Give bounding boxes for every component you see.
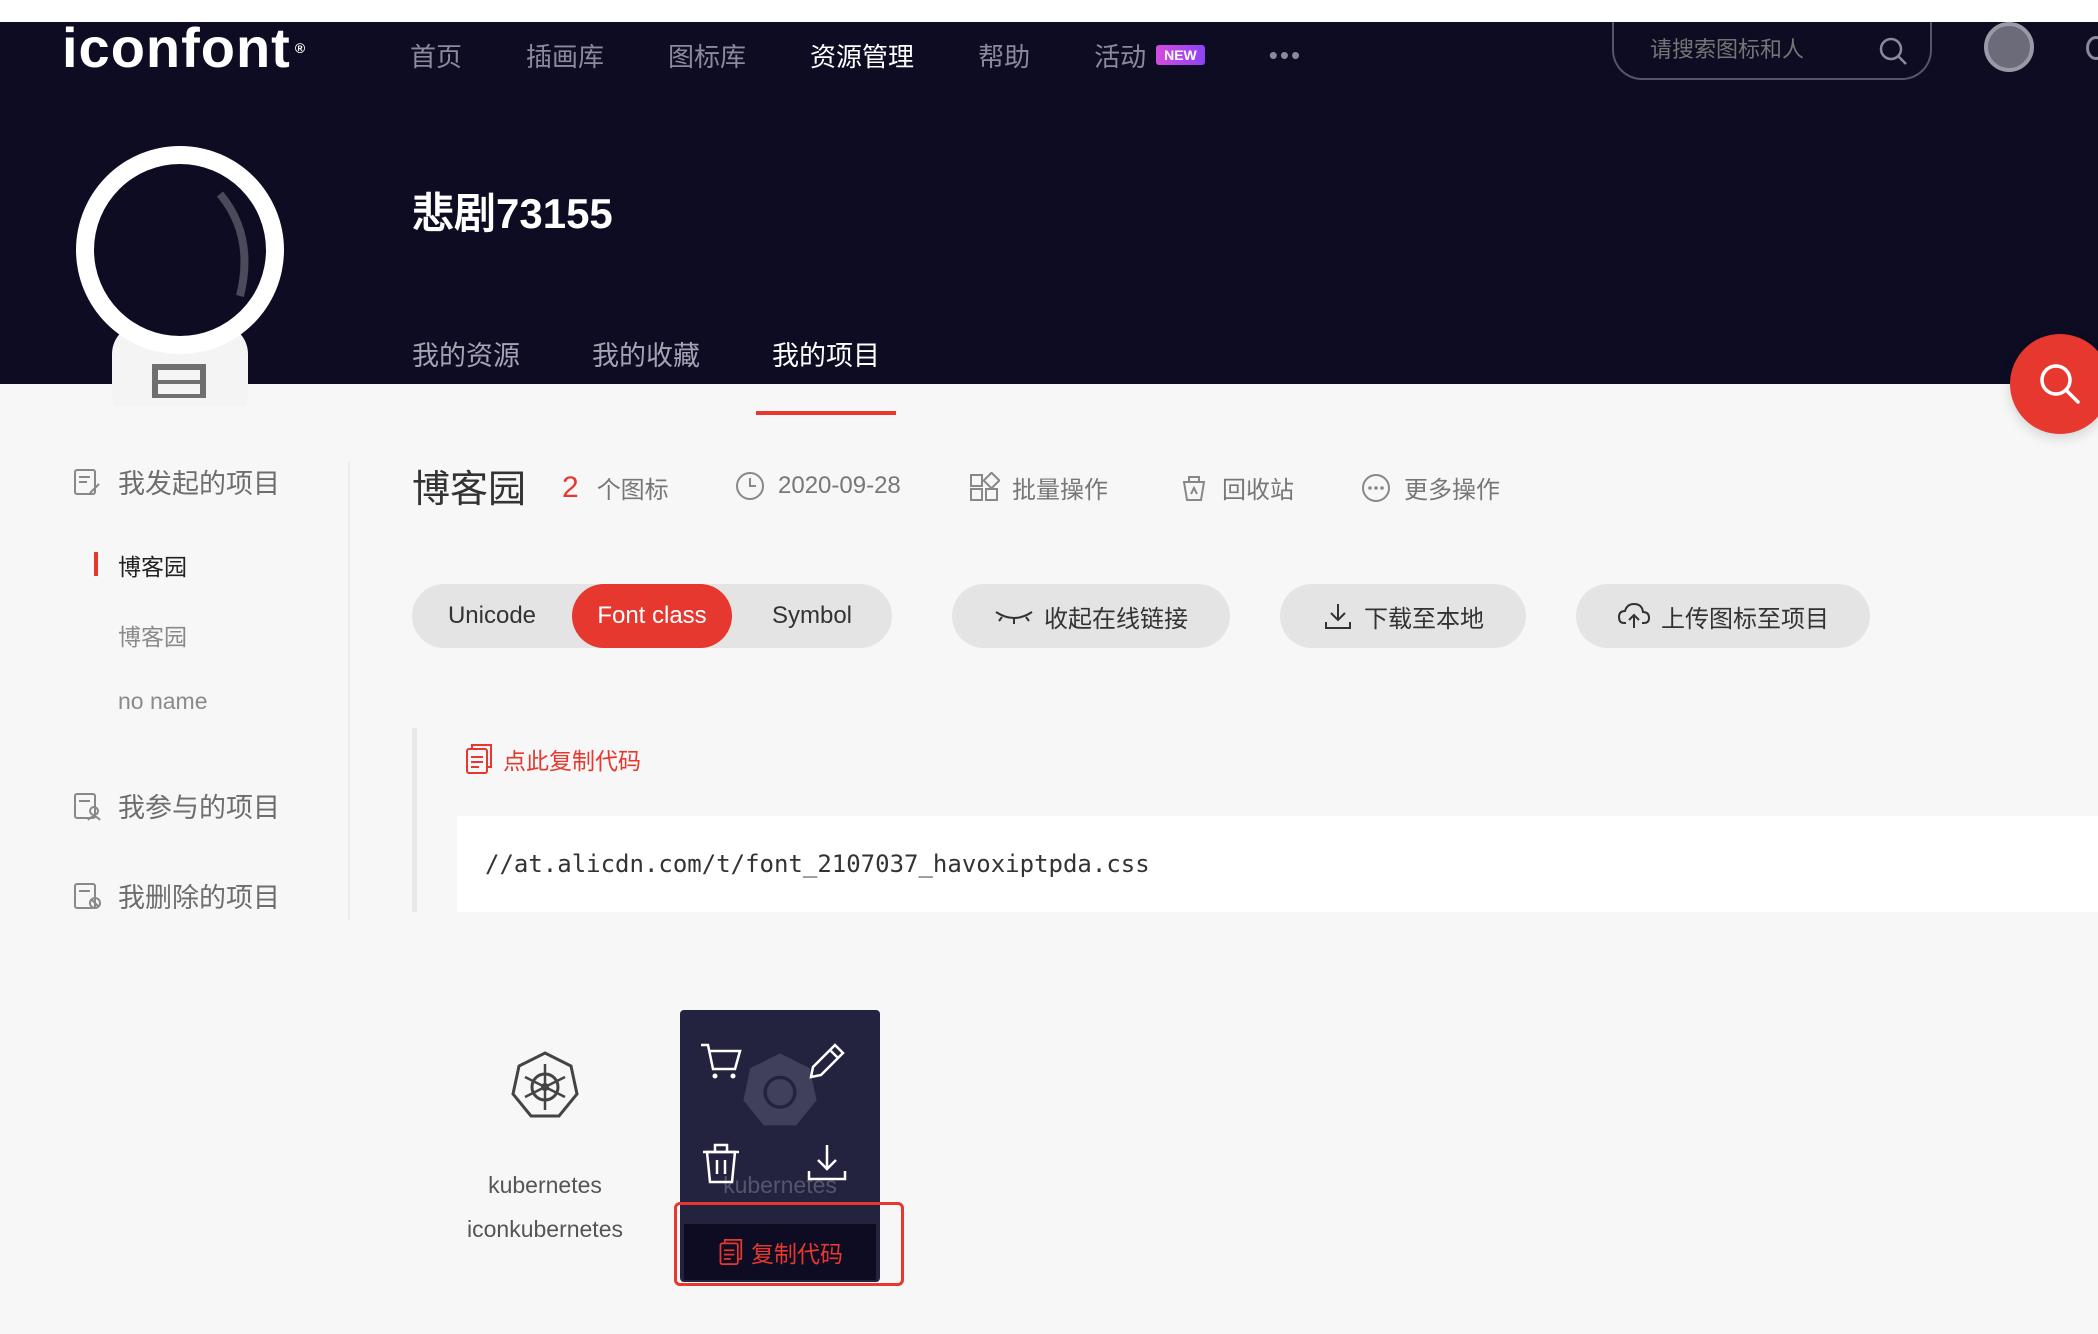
profile-tabs: 我的资源 我的收藏 我的项目: [412, 334, 952, 415]
eye-closed-icon: [995, 611, 1033, 624]
sidebar-divider: [348, 462, 350, 920]
new-badge: NEW: [1156, 45, 1205, 65]
tab-my-favorites[interactable]: 我的收藏: [592, 334, 700, 415]
tab-unicode[interactable]: Unicode: [412, 584, 572, 648]
tab-my-resources[interactable]: 我的资源: [412, 334, 520, 415]
sidebar-item-bokeyuan-2[interactable]: 博客园: [118, 618, 187, 652]
download-icon-button[interactable]: [802, 1138, 852, 1188]
edit-icon-button[interactable]: [802, 1036, 852, 1086]
project-title: 博客园: [412, 469, 527, 511]
icon-name: kubernetes: [488, 1172, 602, 1198]
highlight-annotation-box: [674, 1202, 904, 1286]
astronaut-avatar: [76, 146, 284, 406]
tab-symbol[interactable]: Symbol: [732, 584, 892, 648]
collapse-online-link-button[interactable]: 收起在线链接: [952, 584, 1230, 648]
online-link-panel: 点此复制代码 //at.alicdn.com/t/font_2107037_ha…: [412, 728, 2098, 912]
tab-font-class[interactable]: Font class: [572, 584, 732, 648]
header-search[interactable]: [1612, 22, 1932, 80]
user-avatar[interactable]: [1984, 22, 2034, 72]
sidebar-group-participated[interactable]: 我参与的项目: [72, 786, 280, 825]
more-menu-icon[interactable]: •••: [1269, 40, 1302, 71]
icon-class-code: iconkubernetes: [467, 1216, 623, 1242]
sidebar-item-no-name[interactable]: no name: [118, 688, 208, 715]
more-circle-icon: [1362, 473, 1390, 502]
cloud-upload-icon: [1617, 602, 1651, 628]
upload-icons-button[interactable]: 上传图标至项目: [1576, 584, 1870, 648]
download-local-button[interactable]: 下载至本地: [1280, 584, 1526, 648]
trash-icon: [703, 1143, 739, 1184]
doc-user-icon: [74, 792, 101, 821]
project-date: 2020-09-28: [734, 470, 901, 502]
icon-count: 2 个图标: [562, 470, 669, 505]
nav-activity[interactable]: 活动 NEW: [1094, 37, 1205, 74]
browser-top-strip: [0, 0, 2098, 22]
copy-code-link[interactable]: 点此复制代码: [463, 742, 641, 776]
icon-card-kubernetes[interactable]: kubernetes iconkubernetes: [430, 1010, 660, 1260]
format-tabs: Unicode Font class Symbol: [412, 584, 892, 648]
cart-icon: [701, 1043, 742, 1079]
profile-username: 悲剧73155: [412, 190, 613, 237]
search-input[interactable]: [1650, 37, 1870, 63]
sidebar-group-deleted[interactable]: 我删除的项目: [72, 876, 280, 915]
pencil-icon: [809, 1043, 845, 1079]
floating-search-button[interactable]: [2010, 334, 2098, 434]
search-icon: [2040, 364, 2080, 404]
doc-delete-icon: [74, 882, 101, 909]
css-url-code[interactable]: //at.alicdn.com/t/font_2107037_havoxiptp…: [457, 816, 2098, 912]
sidebar-item-bokeyuan-1[interactable]: 博客园: [94, 548, 187, 582]
iconfont-logo[interactable]: iconfont ®: [62, 18, 306, 78]
cropped-icon: [2086, 36, 2098, 60]
project-sidebar: 我发起的项目 博客园 博客园 no name 我参与的项目 我删除的项目: [72, 462, 352, 920]
search-icon[interactable]: [1878, 36, 1908, 66]
clock-icon: [736, 472, 764, 500]
more-operations-button[interactable]: 更多操作: [1360, 470, 1500, 505]
nav-home[interactable]: 首页: [410, 37, 462, 74]
grid-icon: [970, 471, 1000, 501]
recycle-bin-icon: [1182, 475, 1206, 501]
batch-operation-button[interactable]: 批量操作: [968, 470, 1108, 505]
main-nav: 首页 插画库 图标库 资源管理 帮助 活动 NEW •••: [410, 30, 1302, 80]
profile-header: iconfont® 首页 插画库 图标库 资源管理 帮助 活动NEW ••• 悲…: [0, 18, 2098, 415]
nav-help[interactable]: 帮助: [978, 37, 1030, 74]
download-icon: [807, 1145, 847, 1181]
add-to-cart-button[interactable]: [696, 1036, 746, 1086]
recycle-bin-button[interactable]: 回收站: [1178, 470, 1294, 505]
nav-resource-management[interactable]: 资源管理: [810, 37, 914, 74]
kubernetes-icon: [511, 1051, 579, 1118]
delete-icon-button[interactable]: [696, 1138, 746, 1188]
doc-edit-icon: [74, 468, 100, 495]
nav-illustrations[interactable]: 插画库: [526, 37, 604, 74]
download-icon: [1325, 604, 1351, 629]
sidebar-group-initiated[interactable]: 我发起的项目: [72, 462, 280, 501]
copy-icon: [466, 744, 492, 774]
tab-my-projects[interactable]: 我的项目: [756, 334, 896, 415]
nav-icon-library[interactable]: 图标库: [668, 37, 746, 74]
